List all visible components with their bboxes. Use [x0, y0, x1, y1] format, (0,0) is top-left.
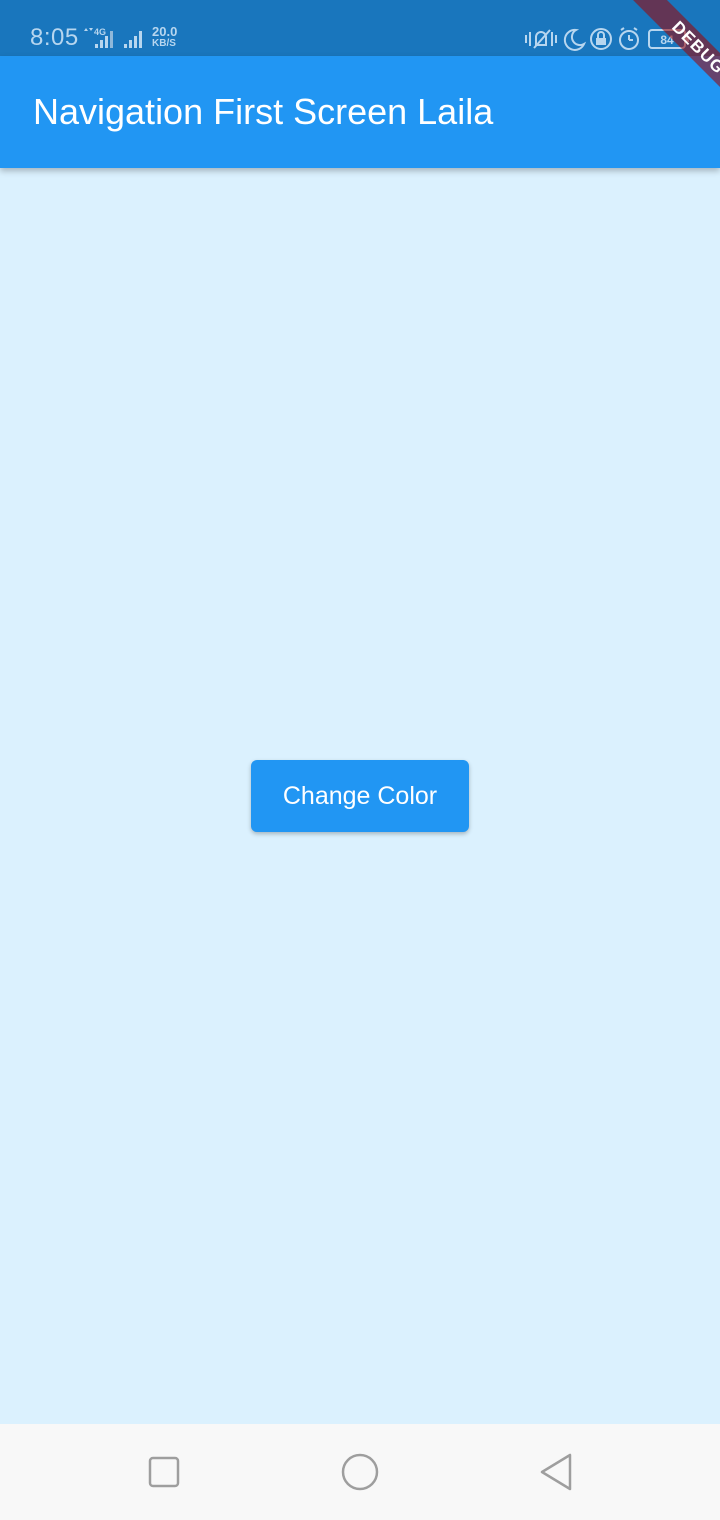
back-triangle-icon[interactable] [536, 1452, 576, 1492]
status-icons: 84 [525, 27, 689, 51]
signal-4g-icon: 4G [84, 27, 142, 48]
app-bar: Navigation First Screen Laila [0, 56, 720, 168]
page-title: Navigation First Screen Laila [33, 91, 494, 132]
alarm-icon [619, 27, 639, 50]
rotation-lock-icon [590, 28, 612, 50]
network-speed-unit: KB/S [152, 38, 176, 49]
change-color-button[interactable]: Change Color [251, 760, 469, 832]
home-circle-icon[interactable] [340, 1452, 380, 1492]
network-speed-value: 20.0 [152, 24, 178, 39]
status-time: 8:05 [30, 24, 79, 51]
system-navigation-bar [0, 1424, 720, 1520]
battery-level: 84 [660, 33, 674, 47]
moon-icon [563, 28, 587, 51]
vibrate-icon [525, 29, 557, 49]
network-speed: 20.0 KB/S [152, 25, 186, 50]
main-content: Change Color [0, 168, 720, 1424]
battery-icon: 84 [648, 29, 689, 49]
net-type-label: 4G [94, 27, 106, 37]
recents-square-icon[interactable] [144, 1452, 184, 1492]
status-bar: 8:05 4G 20.0 KB/S 84 [0, 0, 720, 56]
